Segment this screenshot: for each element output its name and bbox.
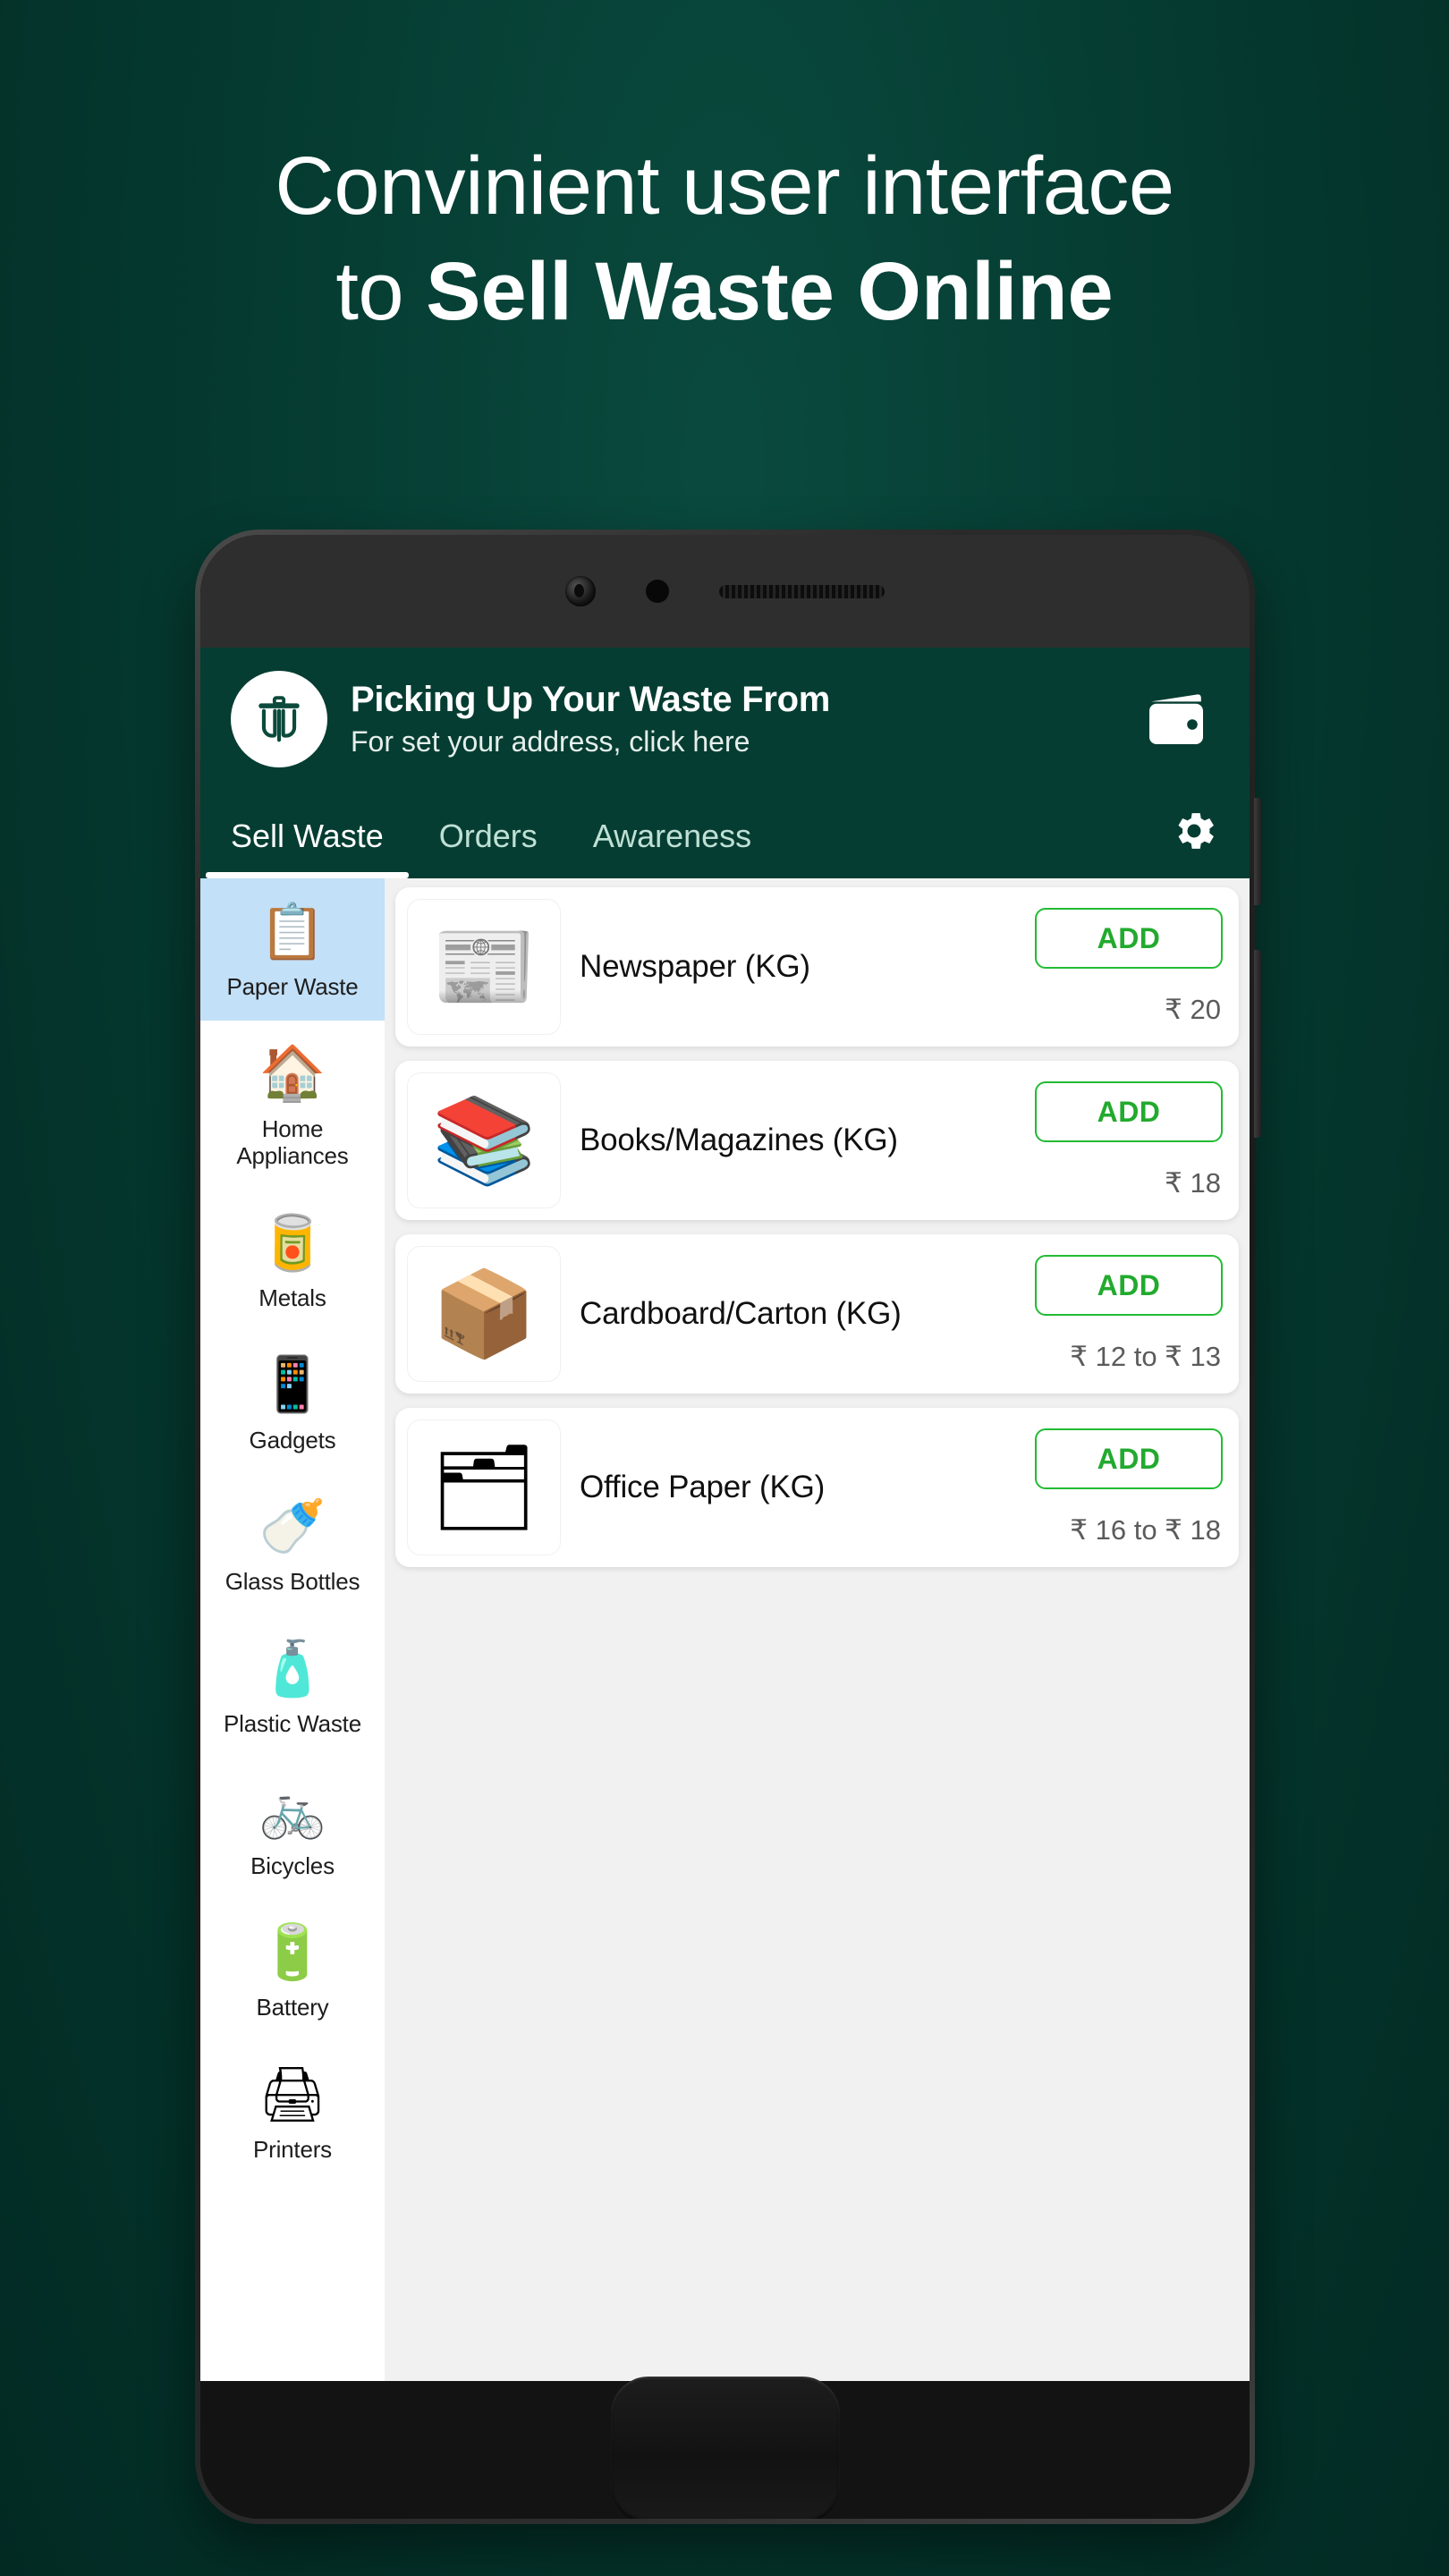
product-actions: ADD ₹ 16 to ₹ 18 [1035, 1428, 1223, 1546]
printers-icon: 🖨 [258, 2063, 327, 2124]
sidebar-item-battery[interactable]: 🔋 Battery [200, 1899, 385, 2041]
battery-icon: 🔋 [258, 1921, 326, 1982]
header-title: Picking Up Your Waste From [351, 680, 830, 719]
settings-button[interactable] [1169, 806, 1219, 878]
product-name: Cardboard/Carton (KG) [580, 1296, 902, 1331]
add-button[interactable]: ADD [1035, 1081, 1223, 1142]
app-logo [231, 671, 327, 767]
gear-icon [1178, 813, 1214, 849]
product-list: 📰 Newspaper (KG) ADD ₹ 20 📚 Books/Magazi… [385, 878, 1250, 2381]
sidebar-item-plastic-waste[interactable]: 🧴 Plastic Waste [200, 1615, 385, 1758]
product-card[interactable]: 🗂 Office Paper (KG) ADD ₹ 16 to ₹ 18 [395, 1408, 1239, 1567]
metals-icon: 🥫 [258, 1212, 326, 1273]
wallet-icon [1149, 694, 1203, 744]
newspaper-icon: 📰 [408, 900, 560, 1034]
product-price: ₹ 20 [1165, 994, 1221, 1025]
product-card[interactable]: 📰 Newspaper (KG) ADD ₹ 20 [395, 887, 1239, 1046]
phone-power-button [1254, 798, 1262, 905]
office-paper-icon: 🗂 [408, 1420, 560, 1555]
app-content: 📋 Paper Waste 🏠 Home Appliances 🥫 Metals [200, 878, 1250, 2381]
paper-waste-icon: 📋 [258, 901, 326, 962]
add-button[interactable]: ADD [1035, 908, 1223, 969]
bicycles-icon: 🚲 [258, 1780, 326, 1841]
tab-orders[interactable]: Orders [439, 818, 538, 878]
tab-sell-waste[interactable]: Sell Waste [206, 818, 409, 878]
tab-awareness-label: Awareness [592, 818, 752, 854]
phone-body: Picking Up Your Waste From For set your … [200, 535, 1250, 2519]
sidebar-item-battery-label: Battery [256, 1994, 329, 2021]
plastic-waste-icon: 🧴 [258, 1638, 326, 1699]
sidebar-item-home-appliances-label: Home Appliances [236, 1114, 349, 1170]
sidebar-item-gadgets-label: Gadgets [249, 1426, 336, 1453]
home-appliances-icon: 🏠 [258, 1043, 326, 1104]
cardboard-carton-icon: 📦 [408, 1247, 560, 1381]
product-price: ₹ 18 [1165, 1167, 1221, 1199]
product-price: ₹ 16 to ₹ 18 [1070, 1514, 1221, 1546]
product-name: Books/Magazines (KG) [580, 1123, 898, 1157]
phone-top-bezel [200, 535, 1250, 648]
headline-line-2-bold: Sell Waste Online [426, 245, 1114, 337]
sidebar-item-bicycles-label: Bicycles [250, 1852, 335, 1879]
app-header: Picking Up Your Waste From For set your … [200, 648, 1250, 785]
earpiece-speaker-icon [719, 584, 885, 598]
tab-orders-label: Orders [438, 818, 538, 854]
sidebar-item-glass-bottles[interactable]: 🍼 Glass Bottles [200, 1473, 385, 1615]
tab-sell-waste-label: Sell Waste [231, 818, 384, 854]
headline-line-1: Convinient user interface [275, 140, 1174, 232]
sidebar-item-printers[interactable]: 🖨 Printers [200, 2041, 385, 2183]
sidebar-item-metals-label: Metals [258, 1284, 326, 1312]
promo-poster: Convinient user interface to Sell Waste … [0, 0, 1449, 2576]
phone-bottom-bezel [200, 2377, 1250, 2519]
sidebar-item-metals[interactable]: 🥫 Metals [200, 1190, 385, 1332]
product-actions: ADD ₹ 18 [1035, 1081, 1223, 1199]
sidebar-item-plastic-waste-label: Plastic Waste [224, 1710, 361, 1738]
product-card[interactable]: 📚 Books/Magazines (KG) ADD ₹ 18 [395, 1061, 1239, 1220]
category-sidebar[interactable]: 📋 Paper Waste 🏠 Home Appliances 🥫 Metals [200, 878, 385, 2381]
headline-line-2: to Sell Waste Online [63, 240, 1386, 345]
app-tabs: Sell Waste Orders Awareness [200, 785, 1250, 878]
sidebar-item-home-appliances[interactable]: 🏠 Home Appliances [200, 1021, 385, 1190]
add-button[interactable]: ADD [1035, 1428, 1223, 1489]
phone-screen: Picking Up Your Waste From For set your … [200, 648, 1250, 2381]
product-actions: ADD ₹ 20 [1035, 908, 1223, 1026]
sidebar-item-gadgets[interactable]: 📱 Gadgets [200, 1332, 385, 1474]
product-card[interactable]: 📦 Cardboard/Carton (KG) ADD ₹ 12 to ₹ 13 [395, 1234, 1239, 1394]
phone-mockup: Picking Up Your Waste From For set your … [195, 530, 1262, 2524]
tab-awareness[interactable]: Awareness [593, 818, 751, 878]
product-actions: ADD ₹ 12 to ₹ 13 [1035, 1255, 1223, 1373]
sidebar-item-bicycles[interactable]: 🚲 Bicycles [200, 1758, 385, 1900]
phone-volume-button [1254, 950, 1262, 1138]
sidebar-item-paper-waste[interactable]: 📋 Paper Waste [200, 878, 385, 1021]
poster-headline: Convinient user interface to Sell Waste … [0, 134, 1449, 345]
trash-bin-icon [258, 696, 300, 742]
wallet-button[interactable] [1137, 678, 1219, 760]
glass-bottles-icon: 🍼 [258, 1496, 326, 1556]
sidebar-item-paper-waste-label: Paper Waste [226, 973, 359, 1000]
sidebar-item-printers-label: Printers [253, 2136, 332, 2164]
header-subtitle: For set your address, click here [351, 725, 750, 758]
product-name: Office Paper (KG) [580, 1470, 826, 1504]
front-camera-icon [565, 576, 596, 606]
product-price: ₹ 12 to ₹ 13 [1070, 1341, 1221, 1372]
gadgets-icon: 📱 [258, 1354, 326, 1415]
proximity-sensor-icon [646, 580, 669, 603]
headline-line-2-prefix: to [335, 245, 427, 337]
product-name: Newspaper (KG) [580, 949, 810, 984]
books-magazines-icon: 📚 [408, 1073, 560, 1208]
add-button[interactable]: ADD [1035, 1255, 1223, 1316]
sidebar-item-glass-bottles-label: Glass Bottles [225, 1568, 360, 1596]
home-button[interactable] [610, 2377, 840, 2519]
header-address-block[interactable]: Picking Up Your Waste From For set your … [351, 680, 1114, 758]
